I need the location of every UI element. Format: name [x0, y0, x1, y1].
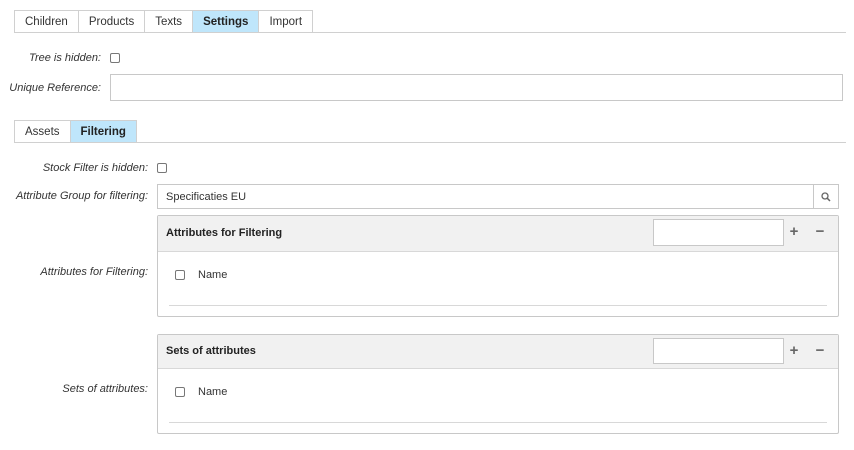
- column-header-row: Name: [169, 385, 827, 423]
- unique-reference-label: Unique Reference:: [9, 81, 101, 94]
- sets-of-attributes-panel: Sets of attributes + − Name: [157, 334, 839, 434]
- column-name[interactable]: Name: [198, 386, 227, 398]
- add-attribute-button[interactable]: +: [786, 224, 802, 240]
- sets-of-attributes-label: Sets of attributes:: [62, 383, 148, 395]
- attribute-group-label: Attribute Group for filtering:: [15, 190, 148, 202]
- panel-title: Attributes for Filtering: [166, 227, 283, 239]
- attribute-group-value: Specificaties EU: [166, 191, 247, 203]
- attribute-group-search-button[interactable]: [813, 185, 838, 208]
- panel-header: Sets of attributes + −: [158, 335, 838, 369]
- tree-hidden-row: Tree is hidden:: [0, 50, 120, 66]
- attributes-for-filtering-label: Attributes for Filtering:: [40, 266, 148, 278]
- sub-tabbar: Assets Filtering: [14, 120, 846, 143]
- sets-search-input[interactable]: [653, 338, 784, 364]
- panel-title: Sets of attributes: [166, 345, 256, 357]
- tab-children[interactable]: Children: [14, 10, 79, 32]
- remove-set-button[interactable]: −: [812, 343, 828, 359]
- attributes-search-input[interactable]: [653, 219, 784, 246]
- column-name[interactable]: Name: [198, 269, 227, 281]
- select-all-checkbox[interactable]: [175, 387, 185, 397]
- remove-attribute-button[interactable]: −: [812, 224, 828, 240]
- stock-filter-hidden-checkbox[interactable]: [157, 163, 167, 173]
- tab-filtering[interactable]: Filtering: [69, 120, 137, 142]
- attribute-group-combo[interactable]: Specificaties EU: [157, 184, 839, 209]
- column-header-row: Name: [169, 268, 827, 306]
- tab-import[interactable]: Import: [258, 10, 314, 32]
- stock-filter-row: Stock Filter is hidden:: [0, 160, 167, 176]
- tree-hidden-checkbox[interactable]: [110, 53, 120, 63]
- tab-assets[interactable]: Assets: [14, 120, 71, 142]
- stock-filter-hidden-label: Stock Filter is hidden:: [42, 162, 148, 174]
- tab-settings[interactable]: Settings: [192, 10, 260, 32]
- search-icon: [821, 191, 831, 202]
- panel-header: Attributes for Filtering + −: [158, 216, 838, 252]
- unique-reference-input[interactable]: [110, 74, 843, 101]
- attributes-for-filtering-panel: Attributes for Filtering + − Name: [157, 215, 839, 317]
- main-tabbar: Children Products Texts Settings Import: [14, 10, 846, 33]
- tab-texts[interactable]: Texts: [144, 10, 194, 32]
- tree-hidden-label: Tree is hidden:: [29, 52, 101, 64]
- tab-products[interactable]: Products: [77, 10, 146, 32]
- unique-reference-row: Unique Reference:: [0, 74, 843, 101]
- add-set-button[interactable]: +: [786, 343, 802, 359]
- select-all-checkbox[interactable]: [175, 270, 185, 280]
